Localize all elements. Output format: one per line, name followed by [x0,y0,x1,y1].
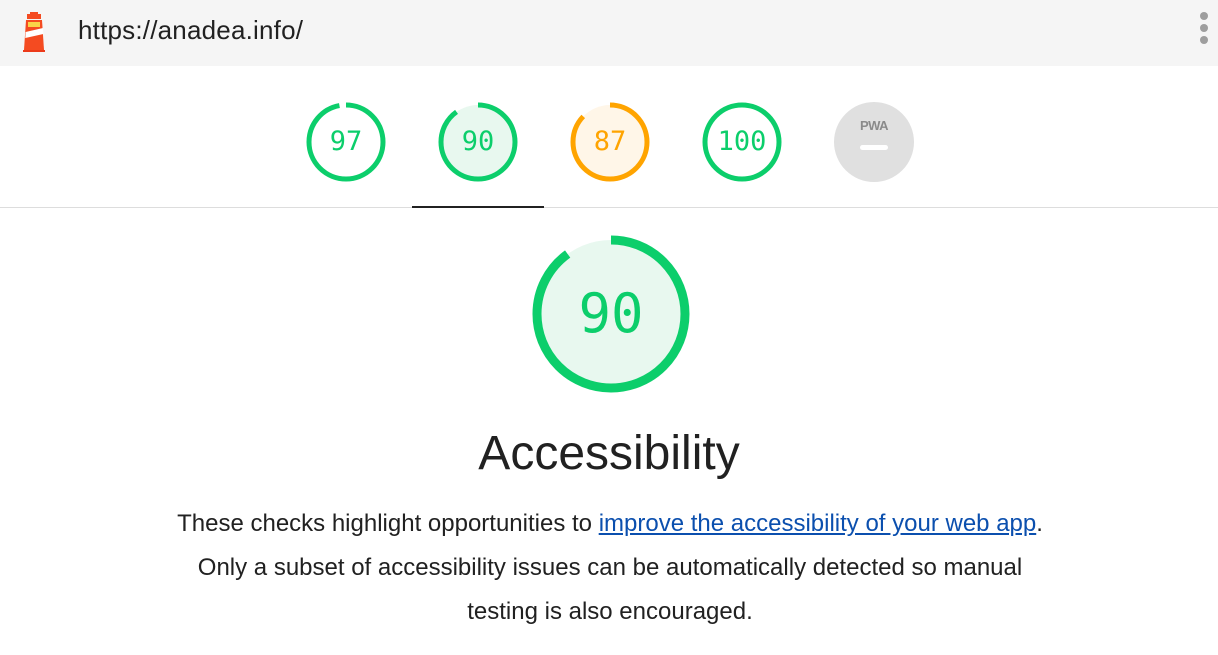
description-text-start: These checks highlight opportunities to [177,510,599,537]
accessibility-docs-link[interactable]: improve the accessibility of your web ap… [599,510,1037,537]
gauge-seo[interactable]: 100 [700,100,784,184]
gauge-score: 97 [329,126,363,157]
pwa-label: PWA [859,118,889,133]
gauge-accessibility[interactable]: 90 [436,100,520,184]
gauge-score: 100 [717,126,767,157]
category-score: 90 [578,282,644,345]
category-gauge: 90 [530,233,692,395]
report-header: https://anadea.info/ [0,0,1218,66]
gauge-score: 90 [461,126,495,157]
category-title: Accessibility [478,427,740,480]
report-url[interactable]: https://anadea.info/ [78,15,303,46]
pwa-dash-icon [860,145,888,150]
gauge-pwa[interactable]: PWA [832,100,916,184]
pwa-badge [834,102,914,182]
tab-divider [0,207,1218,208]
selected-tab-indicator [412,206,544,208]
gauge-best-practices[interactable]: 87 [568,100,652,184]
gauge-score: 87 [593,126,627,157]
gauge-performance[interactable]: 97 [304,100,388,184]
category-description: These checks highlight opportunities to … [170,502,1050,634]
score-gauges: 97 90 87 100 PWA [0,98,1218,184]
lighthouse-icon [23,12,45,52]
kebab-menu-icon[interactable] [1196,12,1212,52]
